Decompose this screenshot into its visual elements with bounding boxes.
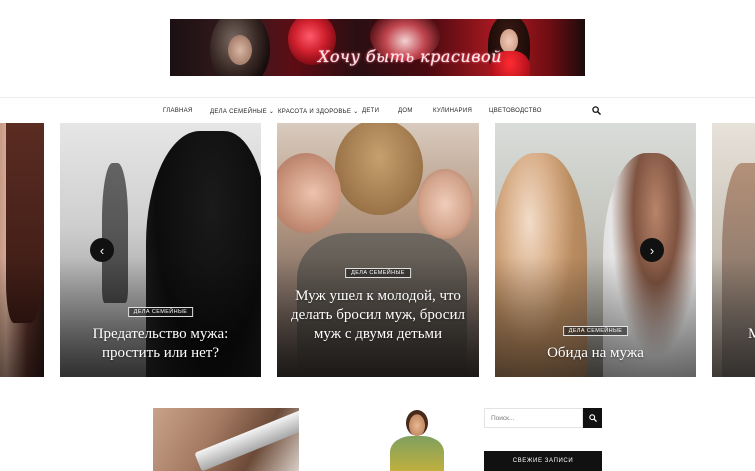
nav-item-label: Главная [163, 108, 193, 114]
search-input[interactable] [484, 408, 583, 428]
nav-item-label: Кулинария [433, 108, 473, 114]
nav-item-label: Дела семейные [210, 109, 267, 115]
slide-title[interactable]: Предательство мужа: простить или нет? [68, 325, 253, 363]
slide-title[interactable]: те [0, 345, 4, 364]
chevron-left-icon: ‹ [99, 242, 105, 258]
post-thumbnail-photo [194, 408, 299, 471]
nav-item-home[interactable]: Главная [163, 108, 193, 114]
nav-item-family[interactable]: Дела семейные ⌄ [210, 108, 274, 115]
slide-photo-child-left [277, 153, 341, 233]
nav-item-flowers[interactable]: Цветоводство [489, 108, 542, 114]
search-icon [588, 414, 597, 422]
featured-slider: те Дела семейные Предательство мужа: про… [0, 123, 755, 377]
nav-item-home-house[interactable]: Дом [398, 108, 413, 114]
slide-husband-left[interactable]: Дела семейные Муж ушел к молодой, что де… [277, 123, 479, 377]
post-thumbnail[interactable] [372, 408, 462, 471]
nav-item-label: Цветоводство [489, 108, 542, 114]
category-badge[interactable]: Дела семейные [562, 326, 629, 336]
site-logo-banner[interactable]: Хочу быть красивой [170, 19, 585, 76]
slider-prev-button[interactable]: ‹ [90, 238, 114, 262]
slide-partial-right[interactable]: М [712, 123, 755, 377]
nav-item-kids[interactable]: Дети [362, 108, 379, 114]
sidebar-search-widget [484, 408, 602, 428]
widget-title-recent-posts: Свежие записи [484, 451, 602, 471]
nav-item-cooking[interactable]: Кулинария [433, 108, 472, 114]
main-navigation: Главная Дела семейные ⌄ Красота и здоровь… [0, 97, 755, 123]
post-thumbnail-photo-head [406, 410, 428, 436]
chevron-down-icon: ⌄ [268, 109, 275, 115]
chevron-right-icon: › [649, 242, 655, 258]
post-thumbnail-photo [390, 436, 444, 471]
slide-photo-child-right [417, 169, 473, 239]
slider-next-button[interactable]: › [640, 238, 664, 262]
category-badge[interactable]: Дела семейные [127, 307, 194, 317]
slide-resentment[interactable]: Дела семейные Обида на мужа [495, 123, 696, 377]
chevron-down-icon: ⌄ [353, 109, 359, 115]
post-thumbnail[interactable] [153, 408, 299, 471]
nav-item-label: Красота и здоровье [278, 109, 352, 115]
slide-title[interactable]: Обида на мужа [503, 344, 688, 363]
search-submit-button[interactable] [583, 408, 602, 428]
banner-title: Хочу быть красивой [318, 47, 502, 66]
category-badge[interactable]: Дела семейные [345, 268, 411, 278]
slide-partial-left[interactable]: те [0, 123, 44, 377]
slide-title[interactable]: Муж ушел к молодой, что делать бросил му… [285, 287, 471, 344]
banner-photo-face-left [228, 35, 252, 65]
nav-item-label: Дети [362, 108, 380, 114]
nav-item-label: Дом [398, 108, 413, 114]
search-icon[interactable] [592, 106, 601, 115]
slide-title[interactable]: М [748, 325, 755, 344]
nav-item-beauty-health[interactable]: Красота и здоровье ⌄ [278, 108, 359, 115]
slide-photo-mother [335, 123, 423, 215]
